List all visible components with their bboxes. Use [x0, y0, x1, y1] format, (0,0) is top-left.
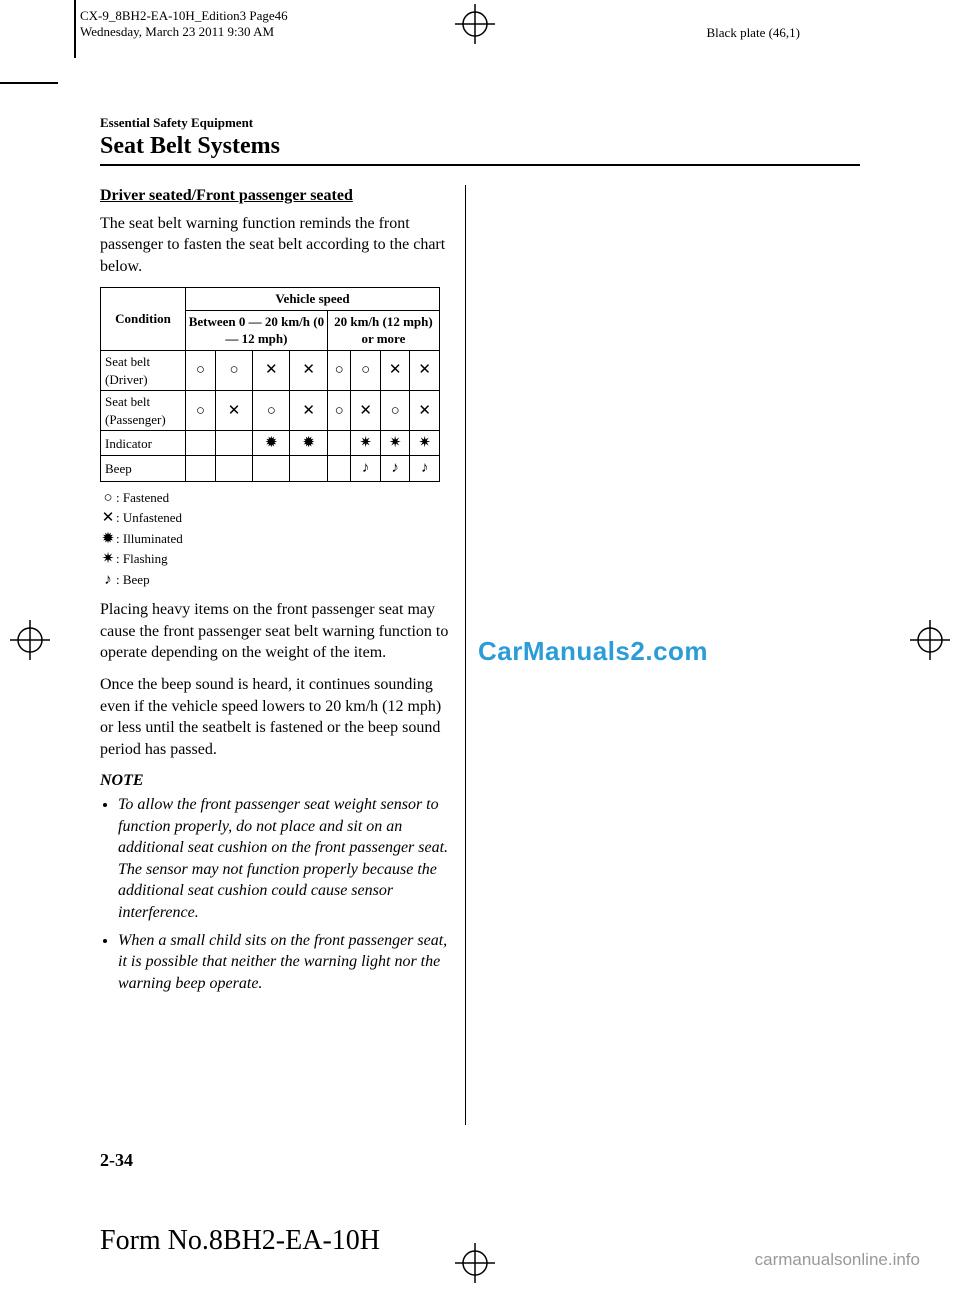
intro-paragraph: The seat belt warning function reminds t… [100, 213, 455, 278]
table-row: Seat belt (Driver) ○ ○ ✕ ✕ ○ ○ ✕ ✕ [101, 351, 440, 391]
chapter-title: Seat Belt Systems [100, 133, 860, 160]
left-column: Driver seated/Front passenger seated The… [100, 185, 455, 1004]
form-number: Form No.8BH2-EA-10H [100, 1225, 380, 1257]
registration-mark-icon [455, 4, 495, 44]
page-number: 2-34 [100, 1150, 133, 1171]
note-list: To allow the front passenger seat weight… [100, 794, 455, 994]
list-item: To allow the front passenger seat weight… [118, 794, 455, 924]
x-icon: ✕ [100, 508, 116, 528]
print-header-line1: CX-9_8BH2-EA-10H_Edition3 Page46 [80, 8, 288, 24]
circle-icon: ○ [100, 488, 116, 508]
column-divider [465, 185, 466, 1125]
table-header-speed1: Between 0 ― 20 km/h (0 ― 12 mph) [186, 310, 328, 350]
row-label: Seat belt (Driver) [101, 351, 186, 391]
section-subheading: Driver seated/Front passenger seated [100, 185, 455, 207]
list-item: When a small child sits on the front pas… [118, 930, 455, 995]
table-header-speed: Vehicle speed [186, 288, 440, 311]
table-row: Seat belt (Passenger) ○ ✕ ○ ✕ ○ ✕ ○ ✕ [101, 391, 440, 431]
beep-icon: ♪ [100, 570, 116, 590]
chapter-label: Essential Safety Equipment [100, 115, 860, 131]
chapter-rule [100, 164, 860, 166]
footer-link: carmanualsonline.info [755, 1250, 920, 1270]
registration-mark-icon [455, 1243, 495, 1283]
legend: ○: Fastened ✕: Unfastened ✹: Illuminated… [100, 488, 455, 590]
table-header-speed2: 20 km/h (12 mph) or more [327, 310, 439, 350]
table-row: Beep ♪ ♪ ♪ [101, 456, 440, 481]
chapter-header: Essential Safety Equipment Seat Belt Sys… [100, 115, 860, 166]
row-label: Beep [101, 456, 186, 481]
seatbelt-condition-table: Condition Vehicle speed Between 0 ― 20 k… [100, 287, 440, 481]
table-header-condition: Condition [101, 288, 186, 351]
print-header: CX-9_8BH2-EA-10H_Edition3 Page46 Wednesd… [80, 8, 288, 39]
row-label: Seat belt (Passenger) [101, 391, 186, 431]
registration-mark-icon [10, 620, 50, 660]
flashing-icon: ✷ [100, 549, 116, 569]
row-label: Indicator [101, 431, 186, 456]
illuminated-icon: ✹ [100, 529, 116, 549]
table-row: Indicator ✹ ✹ ✷ ✷ ✷ [101, 431, 440, 456]
registration-mark-icon [910, 620, 950, 660]
black-plate-label: Black plate (46,1) [707, 25, 801, 41]
paragraph-heavy-items: Placing heavy items on the front passeng… [100, 599, 455, 664]
print-header-line2: Wednesday, March 23 2011 9:30 AM [80, 24, 288, 40]
paragraph-beep: Once the beep sound is heard, it continu… [100, 674, 455, 760]
note-heading: NOTE [100, 770, 455, 792]
watermark: CarManuals2.com [478, 636, 708, 667]
